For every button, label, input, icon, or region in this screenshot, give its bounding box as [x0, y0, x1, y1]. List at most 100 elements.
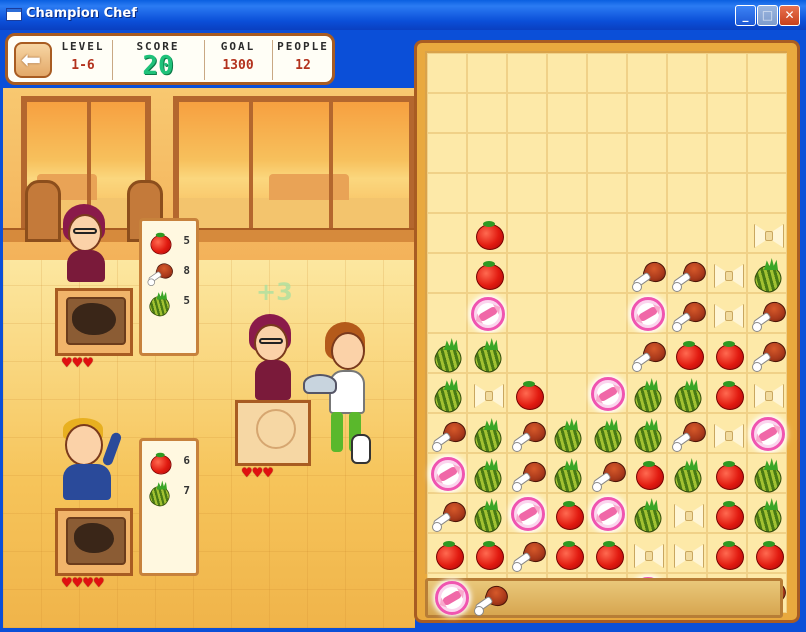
board-cell[interactable] — [627, 213, 667, 253]
board-cell[interactable] — [747, 453, 787, 497]
tomato-icon[interactable] — [550, 536, 586, 572]
board-cell[interactable] — [707, 413, 747, 453]
chicken-leg-icon[interactable] — [590, 456, 629, 492]
chicken-leg-icon[interactable] — [750, 336, 789, 372]
board-cell[interactable] — [467, 173, 507, 213]
tomato-icon[interactable] — [430, 536, 466, 572]
board-cell[interactable] — [667, 173, 707, 213]
tomato-icon[interactable] — [630, 456, 666, 492]
board-cell[interactable] — [667, 133, 707, 173]
board-cell[interactable] — [747, 533, 787, 573]
pineapple-icon[interactable] — [550, 456, 586, 497]
candy-bonus-icon[interactable] — [434, 580, 470, 616]
board-cell[interactable] — [587, 293, 627, 333]
customer-woman-table[interactable] — [55, 288, 133, 356]
board-cell[interactable] — [427, 173, 467, 213]
board-cell[interactable] — [467, 93, 507, 133]
board-cell[interactable] — [707, 533, 747, 573]
board-cell[interactable] — [587, 533, 627, 573]
minimize-button[interactable]: _ — [735, 5, 756, 26]
tomato-icon[interactable] — [710, 376, 746, 412]
bowtie-pasta-icon[interactable] — [630, 536, 666, 572]
board-cell[interactable] — [707, 373, 747, 413]
board-cell[interactable] — [427, 253, 467, 293]
close-button[interactable]: ✕ — [779, 5, 800, 26]
board-cell[interactable] — [627, 333, 669, 373]
tomato-icon[interactable] — [710, 456, 746, 492]
chicken-leg-icon[interactable] — [670, 256, 709, 292]
board-cell[interactable] — [667, 253, 709, 293]
pineapple-icon[interactable] — [630, 496, 666, 537]
candy-bonus-icon[interactable] — [590, 496, 626, 532]
candy-bonus-icon[interactable] — [630, 296, 666, 332]
board-cell[interactable] — [747, 333, 789, 373]
board-cell[interactable] — [747, 493, 787, 537]
tomato-icon[interactable] — [750, 536, 786, 572]
board-cell[interactable] — [707, 93, 747, 133]
pineapple-icon[interactable] — [670, 456, 706, 497]
board-cell[interactable] — [507, 53, 547, 93]
board-cell[interactable] — [747, 413, 787, 453]
board-cell[interactable] — [667, 293, 709, 333]
chicken-leg-icon[interactable] — [670, 416, 709, 452]
tomato-icon[interactable] — [510, 376, 546, 412]
board-cell[interactable] — [467, 53, 507, 93]
bowtie-pasta-icon[interactable] — [710, 256, 746, 292]
board-cell[interactable] — [667, 533, 707, 573]
bowtie-pasta-icon[interactable] — [670, 496, 706, 532]
board-cell[interactable] — [667, 493, 707, 533]
board-cell[interactable] — [427, 333, 467, 377]
board-cell[interactable] — [747, 53, 787, 93]
board-cell[interactable] — [547, 93, 587, 133]
board-cell[interactable] — [587, 253, 627, 293]
board-cell[interactable] — [587, 373, 627, 413]
serving-table[interactable] — [235, 400, 311, 466]
pineapple-icon[interactable] — [750, 496, 786, 537]
tomato-icon[interactable] — [550, 496, 586, 532]
board-cell[interactable] — [707, 173, 747, 213]
tomato-icon[interactable] — [710, 336, 746, 372]
board-cell[interactable] — [467, 293, 507, 333]
board-cell[interactable] — [467, 413, 507, 457]
pineapple-icon[interactable] — [590, 416, 626, 457]
board-cell[interactable] — [547, 293, 587, 333]
board-cell[interactable] — [587, 453, 629, 493]
board-cell[interactable] — [587, 413, 627, 457]
chicken-leg-icon[interactable] — [510, 536, 549, 572]
board-cell[interactable] — [667, 373, 707, 417]
board-cell[interactable] — [467, 533, 507, 573]
board-cell[interactable] — [587, 93, 627, 133]
chicken-leg-icon[interactable] — [472, 580, 511, 616]
chicken-leg-icon[interactable] — [750, 296, 789, 332]
pineapple-icon[interactable] — [630, 376, 666, 417]
board-cell[interactable] — [707, 213, 747, 253]
board-cell[interactable] — [707, 293, 747, 333]
board-cell[interactable] — [467, 493, 507, 537]
tomato-icon[interactable] — [590, 536, 626, 572]
board-cell[interactable] — [507, 413, 549, 453]
tomato-icon[interactable] — [470, 536, 506, 572]
board-cell[interactable] — [747, 253, 787, 297]
tomato-icon[interactable] — [470, 216, 506, 252]
board-cell[interactable] — [627, 133, 667, 173]
bowtie-pasta-icon[interactable] — [710, 296, 746, 332]
pineapple-icon[interactable] — [470, 336, 506, 377]
board-cell[interactable] — [627, 413, 667, 457]
chicken-leg-icon[interactable] — [630, 256, 669, 292]
board-cell[interactable] — [507, 293, 547, 333]
bowtie-pasta-icon[interactable] — [750, 216, 786, 252]
board-cell[interactable] — [627, 293, 667, 333]
board-cell[interactable] — [587, 53, 627, 93]
board-cell[interactable] — [507, 333, 547, 373]
board-cell[interactable] — [507, 453, 549, 493]
board-cell[interactable] — [467, 213, 507, 253]
pineapple-icon[interactable] — [750, 456, 786, 497]
customer-man-table[interactable] — [55, 508, 133, 576]
board-cell[interactable] — [547, 173, 587, 213]
puzzle-grid[interactable] — [425, 51, 789, 613]
board-cell[interactable] — [747, 173, 787, 213]
board-cell[interactable] — [667, 53, 707, 93]
bowtie-pasta-icon[interactable] — [710, 416, 746, 452]
board-cell[interactable] — [547, 333, 587, 373]
board-cell[interactable] — [747, 373, 787, 413]
